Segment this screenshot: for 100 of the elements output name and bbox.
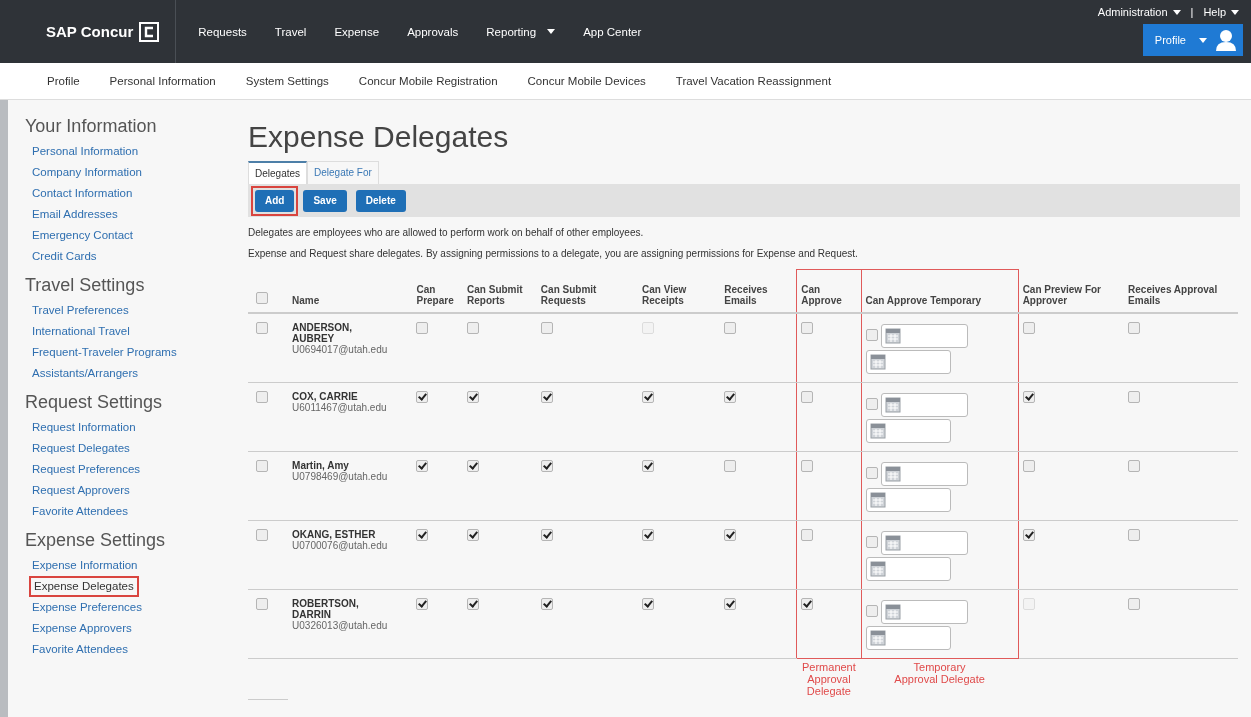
help-menu[interactable]: Help (1203, 6, 1239, 18)
permission-checkbox[interactable] (416, 391, 429, 403)
permission-checkbox[interactable] (467, 322, 480, 334)
permission-checkbox[interactable] (540, 460, 553, 472)
subnav-tab[interactable]: Concur Mobile Devices (527, 75, 646, 87)
sidebar-link[interactable]: Email Addresses (25, 204, 118, 225)
permission-checkbox[interactable] (1022, 322, 1035, 334)
row-checkbox[interactable] (256, 460, 268, 472)
sidebar-link[interactable]: Request Approvers (25, 480, 130, 501)
sidebar-link[interactable]: Request Delegates (25, 438, 130, 459)
permission-checkbox[interactable] (467, 460, 480, 472)
sidebar-link[interactable]: Favorite Attendees (25, 639, 128, 660)
permission-checkbox[interactable] (724, 391, 737, 403)
permission-checkbox[interactable] (1022, 391, 1035, 403)
date-field[interactable] (865, 488, 951, 512)
nav-menu-item[interactable]: Expense (334, 25, 380, 38)
sidebar-link[interactable]: Expense Information (25, 555, 138, 576)
subnav-tab[interactable]: System Settings (245, 75, 329, 87)
permission-checkbox[interactable] (642, 460, 655, 472)
date-field[interactable] (880, 324, 968, 348)
permission-checkbox[interactable] (1128, 460, 1141, 472)
date-field[interactable] (865, 626, 951, 650)
sidebar-link[interactable]: Request Preferences (25, 459, 141, 480)
nav-menu-item[interactable]: Requests (198, 25, 247, 38)
date-field[interactable] (880, 393, 968, 417)
permission-checkbox[interactable] (724, 529, 737, 541)
nav-menu-item[interactable]: Approvals (407, 25, 459, 38)
row-checkbox[interactable] (256, 529, 268, 541)
sidebar-link[interactable]: Expense Delegates (29, 576, 139, 597)
sidebar-link[interactable]: Expense Approvers (25, 618, 132, 639)
permission-checkbox[interactable] (801, 391, 814, 403)
permission-checkbox[interactable] (416, 322, 429, 334)
row-checkbox[interactable] (256, 391, 268, 403)
sidebar-link[interactable]: Contact Information (25, 183, 133, 204)
sidebar-link[interactable]: Emergency Contact (25, 225, 133, 246)
permission-checkbox[interactable] (801, 529, 814, 541)
permission-checkbox[interactable] (540, 391, 553, 403)
permission-checkbox[interactable] (1022, 529, 1035, 541)
temporary-checkbox[interactable] (865, 467, 878, 479)
date-field[interactable] (880, 462, 968, 486)
profile-button[interactable]: Profile (1142, 24, 1243, 56)
permission-checkbox[interactable] (724, 322, 737, 334)
date-field[interactable] (865, 350, 951, 374)
sidebar-link[interactable]: International Travel (25, 321, 130, 342)
permission-checkbox[interactable] (1128, 391, 1141, 403)
permission-checkbox[interactable] (724, 598, 737, 610)
permission-checkbox[interactable] (642, 529, 655, 541)
action-button[interactable]: Add (255, 189, 295, 212)
brand-logo[interactable]: SAP Concur (46, 23, 134, 40)
sidebar-link[interactable]: Expense Preferences (25, 597, 142, 618)
row-checkbox[interactable] (256, 598, 268, 610)
subnav-tab[interactable]: Concur Mobile Registration (358, 75, 498, 87)
permission-checkbox[interactable] (1128, 322, 1141, 334)
nav-menu-item[interactable]: Reporting (486, 25, 537, 38)
date-field[interactable] (865, 557, 951, 581)
sidebar-link[interactable]: Personal Information (25, 141, 139, 162)
select-all-checkbox[interactable] (256, 292, 268, 304)
nav-menu-item[interactable]: Travel (274, 25, 307, 38)
permission-checkbox[interactable] (467, 391, 480, 403)
permission-checkbox[interactable] (724, 460, 737, 472)
tab[interactable]: Delegate For (307, 161, 379, 184)
action-button[interactable]: Save (303, 189, 347, 212)
row-checkbox[interactable] (256, 322, 268, 334)
permission-checkbox[interactable] (1022, 460, 1035, 472)
permission-checkbox[interactable] (642, 598, 655, 610)
temporary-checkbox[interactable] (865, 398, 878, 410)
permission-checkbox[interactable] (801, 460, 814, 472)
permission-checkbox[interactable] (1128, 529, 1141, 541)
permission-checkbox[interactable] (540, 529, 553, 541)
sidebar-link[interactable]: Credit Cards (25, 246, 97, 267)
temporary-checkbox[interactable] (865, 605, 878, 617)
sidebar-link[interactable]: Travel Preferences (25, 300, 129, 321)
date-field[interactable] (880, 600, 968, 624)
permission-checkbox[interactable] (416, 460, 429, 472)
action-button[interactable]: Delete (355, 189, 406, 212)
subnav-tab[interactable]: Travel Vacation Reassignment (675, 75, 832, 87)
nav-menu-item[interactable]: App Center (583, 25, 642, 38)
permission-checkbox[interactable] (416, 529, 429, 541)
permission-checkbox[interactable] (467, 598, 480, 610)
sidebar-link[interactable]: Favorite Attendees (25, 501, 128, 522)
permission-checkbox[interactable] (416, 598, 429, 610)
sidebar-link[interactable]: Request Information (25, 417, 136, 438)
permission-checkbox[interactable] (801, 322, 814, 334)
temporary-checkbox[interactable] (865, 329, 878, 341)
date-field[interactable] (865, 419, 951, 443)
sidebar-link[interactable]: Frequent-Traveler Programs (25, 342, 177, 363)
sidebar-link[interactable]: Assistants/Arrangers (25, 363, 139, 384)
sidebar-link[interactable]: Company Information (25, 162, 142, 183)
date-field[interactable] (880, 531, 968, 555)
permission-checkbox[interactable] (540, 322, 553, 334)
subnav-tab[interactable]: Personal Information (109, 75, 216, 87)
permission-checkbox[interactable] (467, 529, 480, 541)
temporary-checkbox[interactable] (865, 536, 878, 548)
administration-menu[interactable]: Administration (1097, 6, 1181, 18)
subnav-tab[interactable]: Profile (47, 75, 80, 87)
tab[interactable]: Delegates (248, 161, 308, 184)
permission-checkbox[interactable] (642, 391, 655, 403)
permission-checkbox[interactable] (540, 598, 553, 610)
permission-checkbox[interactable] (1128, 598, 1141, 610)
permission-checkbox[interactable] (801, 598, 814, 610)
